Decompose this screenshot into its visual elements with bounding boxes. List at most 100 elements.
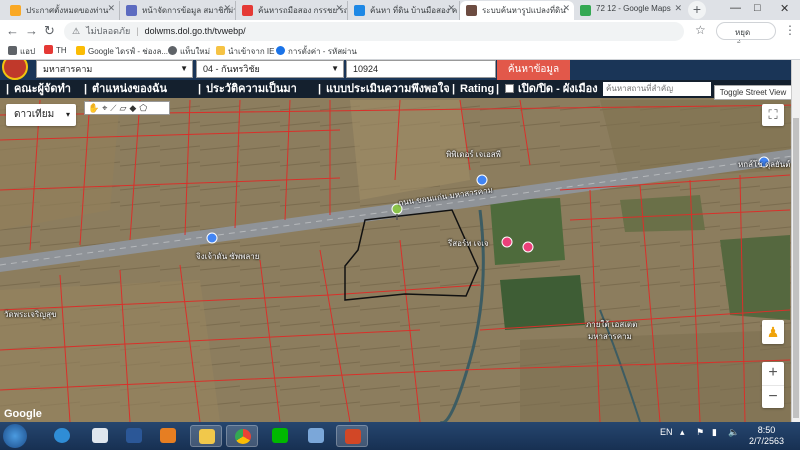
poi-marker-icon[interactable] (501, 236, 513, 248)
new-tab-button[interactable]: + (688, 1, 706, 19)
bookmark-new-tab[interactable]: แท็บใหม่ (168, 45, 210, 58)
close-icon[interactable]: ✕ (335, 3, 343, 14)
drive-icon (76, 46, 85, 55)
district-select[interactable]: 04 - กันทรวิชัย ▼ (196, 60, 344, 78)
menu-item-my-location[interactable]: ตำแหน่งของฉัน (92, 80, 167, 98)
bookmark-apps[interactable]: แอป (8, 45, 35, 58)
tab-favicon-icon (10, 5, 21, 16)
back-button[interactable]: ← (6, 23, 19, 38)
map-type-select[interactable]: ดาวเทียม ▾ (6, 104, 76, 126)
address-bar[interactable]: ⚠ ไม่ปลอดภัย | dolwms.dol.go.th/tvwebp/ (64, 22, 684, 41)
tab-strip: ประกาศตั้งหมดของท่าน ✕ หน้าจัดการข้อมูล ส… (0, 0, 800, 20)
map-place-label: หกส์โช ดุลยันต์ (738, 160, 791, 169)
zoom-control: + − (762, 362, 784, 408)
reload-button[interactable]: ↻ (44, 23, 55, 39)
trees-area (490, 198, 565, 265)
zoom-in-button[interactable]: + (762, 362, 784, 385)
tray-expand-icon[interactable]: ▴ (680, 427, 685, 438)
field-patch (520, 330, 790, 422)
browser-tab[interactable]: 72 12 - Google Maps ✕ (574, 1, 686, 20)
volume-icon[interactable]: 🔈 (728, 427, 739, 438)
taskbar-chrome[interactable] (226, 425, 258, 447)
close-icon[interactable]: ✕ (447, 3, 455, 14)
taskbar-explorer[interactable] (190, 425, 222, 447)
taskbar-ie[interactable] (46, 425, 78, 447)
maps-pin-icon (580, 5, 591, 16)
tab-favicon-icon (466, 5, 477, 16)
parcel-search-bar: มหาสารคาม ▼ 04 - กันทรวิชัย ▼ 10924 ค้นหาข… (0, 60, 800, 80)
taskbar-powerpoint[interactable] (336, 425, 368, 447)
network-icon[interactable]: ▮ (712, 427, 717, 438)
map-page: พิพิเดอร์ เจเอสพี ถนน ขอนแก่น มหาสารคาม … (0, 60, 800, 422)
menu-item-history[interactable]: ประวัติความเป็นมา (206, 80, 297, 98)
taskbar-word[interactable] (118, 425, 150, 447)
forward-button[interactable]: → (25, 23, 38, 38)
browser-tab-active[interactable]: ระบบค้นหารูปแปลงที่ดิน ✕ (460, 1, 574, 20)
nav-bar: ← → ↻ ⚠ ไม่ปลอดภัย | dolwms.dol.go.th/tvweb… (0, 20, 800, 50)
maximize-button[interactable]: □ (754, 2, 761, 14)
bookmark-import-ie[interactable]: นำเข้าจาก IE (216, 45, 274, 58)
chevron-down-icon: ▼ (180, 64, 188, 73)
profile-button[interactable]: หยุดชั่วคราว (716, 22, 776, 50)
close-icon[interactable]: ✕ (107, 3, 115, 14)
menu-item-city-plan-toggle[interactable]: เปิด/ปิด - ผังเมือง (518, 80, 598, 98)
bookmark-password-settings[interactable]: การตั้งค่า - รหัสผ่าน (276, 45, 357, 58)
folder-icon (199, 429, 215, 444)
taskbar-line[interactable] (264, 425, 296, 447)
menu-kebab-icon[interactable]: ⋮ (784, 23, 796, 37)
province-select[interactable]: มหาสารคาม ▼ (36, 60, 193, 78)
google-logo: Google (4, 408, 42, 420)
internet-explorer-icon (54, 428, 70, 443)
taskbar-app[interactable] (84, 425, 116, 447)
trees-area (720, 235, 790, 320)
department-logo-icon (2, 60, 28, 80)
map-place-label: จิงเจ้าดัน ซัพพลาย (196, 252, 260, 261)
page-scrollbar[interactable] (791, 60, 800, 422)
bookmark-google-drive[interactable]: Google ไดรฟ์ - ช่องล... (76, 45, 168, 58)
find-data-button[interactable]: ค้นหาข้อมูล (497, 60, 570, 80)
drawing-toolbar[interactable]: ✋⌖⟋▱◆⬠ (84, 101, 170, 115)
bookmarks-bar: แอป TH Google ไดรฟ์ - ช่องล... แท็บใหม่ … (0, 43, 800, 60)
city-plan-checkbox[interactable] (505, 84, 514, 93)
browser-tab[interactable]: หน้าจัดการข้อมูล สมาชิกผ่า ✕ (120, 1, 236, 20)
bookmark-th[interactable]: TH (44, 45, 67, 55)
menu-item-satisfaction-survey[interactable]: แบบประเมินความพึงพอใจ (326, 80, 450, 98)
menu-item-rating[interactable]: Rating (460, 80, 494, 98)
taskbar-screen[interactable] (300, 425, 332, 447)
chevron-down-icon: ▼ (331, 64, 339, 73)
parcel-number-input[interactable]: 10924 (346, 60, 496, 78)
start-button[interactable] (3, 424, 27, 448)
map-place-label: พิพิเดอร์ เจเอสพี (446, 150, 501, 159)
browser-tab[interactable]: ค้นหา ที่ดิน บ้านมือสอง ค ✕ (348, 1, 460, 20)
pegman-street-view-icon[interactable]: ♟ (762, 320, 784, 344)
not-secure-label: ไม่ปลอดภัย (86, 26, 131, 36)
close-window-button[interactable]: ✕ (780, 2, 789, 15)
toggle-street-view-button[interactable]: Toggle Street View (714, 85, 792, 100)
flag-icon[interactable]: ⚑ (696, 427, 704, 438)
line-icon (272, 428, 288, 443)
place-search-input[interactable] (603, 82, 711, 96)
minimize-button[interactable]: — (730, 2, 741, 14)
language-indicator[interactable]: EN (660, 427, 673, 437)
menu-item-credits[interactable]: คณะผู้จัดทำ (14, 80, 71, 98)
close-icon[interactable]: ✕ (674, 3, 682, 14)
url-text: dolwms.dol.go.th/tvwebp/ (144, 26, 246, 36)
browser-tab[interactable]: ประกาศตั้งหมดของท่าน ✕ (4, 1, 120, 20)
tab-favicon-icon (242, 5, 253, 16)
tab-favicon-icon (354, 5, 365, 16)
poi-marker-icon[interactable] (206, 232, 218, 244)
scrollbar-thumb[interactable] (793, 118, 799, 418)
pond-area (500, 275, 585, 330)
poi-marker-icon[interactable] (522, 241, 534, 253)
close-icon[interactable]: ✕ (223, 3, 231, 14)
fullscreen-icon[interactable]: ⛶ (762, 104, 784, 126)
system-clock[interactable]: 8:50 2/7/2563 (749, 425, 784, 447)
close-icon[interactable]: ✕ (562, 3, 570, 14)
taskbar-media[interactable] (152, 425, 184, 447)
browser-tab[interactable]: ค้นหารถมือสอง กรรชย รถ ✕ (236, 1, 348, 20)
bookmark-star-icon[interactable]: ☆ (695, 23, 706, 37)
zoom-out-button[interactable]: − (762, 385, 784, 408)
windows-taskbar: EN ▴ ⚑ ▮ 🔈 8:50 2/7/2563 (0, 422, 800, 450)
warning-icon: ⚠ (72, 26, 81, 36)
tab-favicon-icon (126, 5, 137, 16)
